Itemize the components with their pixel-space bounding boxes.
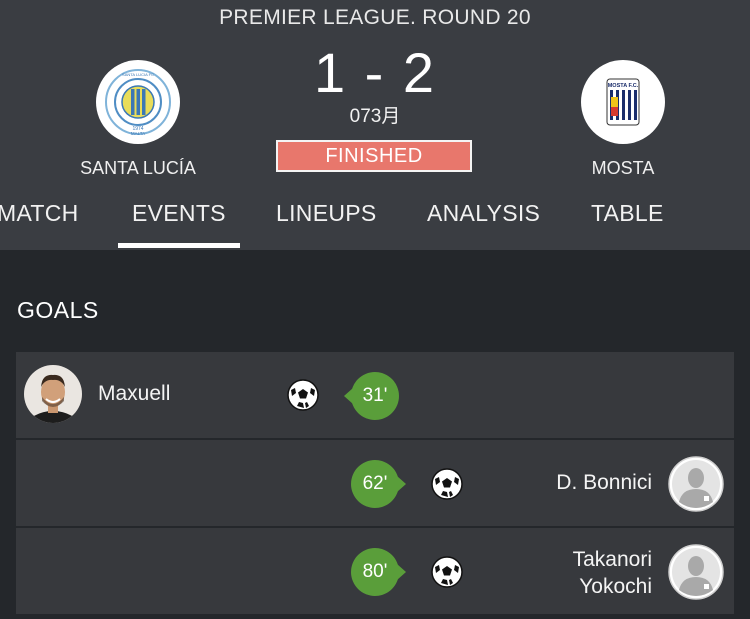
player-silhouette-icon (668, 544, 724, 600)
match-status-badge: FINISHED (276, 140, 472, 172)
goal-scorer-name[interactable]: Takanori Yokochi (573, 546, 652, 600)
soccer-ball-icon (431, 468, 463, 500)
competition-title: PREMIER LEAGUE. ROUND 20 (219, 6, 531, 29)
goal-scorer-name[interactable]: D. Bonnici (556, 471, 652, 495)
home-team-logo[interactable]: SANTA LUCIA FC 1974 MALTA (96, 60, 180, 144)
goal-minute-badge: 80' (351, 548, 406, 596)
soccer-ball-icon (287, 379, 319, 411)
away-team-logo[interactable]: MOSTA F.C. (581, 60, 665, 144)
goal-scorer-first-name: Takanori (572, 548, 652, 571)
tab-table[interactable]: TABLE (591, 200, 664, 227)
home-crest-bottom-text: MALTA (131, 131, 145, 136)
goal-event-row[interactable]: 62' D. Bonnici (16, 440, 734, 526)
match-header: PREMIER LEAGUE. ROUND 20 SANTA LUCIA FC … (0, 0, 750, 250)
away-team-name[interactable]: MOSTA (543, 158, 703, 179)
soccer-ball-icon (431, 556, 463, 588)
goal-scorer-last-name: Yokochi (579, 575, 652, 598)
home-crest-top-text: SANTA LUCIA FC (122, 72, 154, 77)
player-photo-avatar (24, 365, 82, 423)
tab-events[interactable]: EVENTS (132, 200, 226, 227)
goal-minute-badge: 31' (344, 372, 399, 420)
goal-minute-badge: 62' (351, 460, 406, 508)
match-date: 073月 (349, 106, 401, 127)
match-score: 1 - 2 (313, 41, 437, 104)
tab-lineups[interactable]: LINEUPS (276, 200, 377, 227)
home-team-name[interactable]: SANTA LUCÍA (58, 158, 218, 179)
tab-analysis[interactable]: ANALYSIS (427, 200, 540, 227)
goal-scorer-name[interactable]: Maxuell (98, 382, 170, 406)
tab-match[interactable]: MATCH (0, 200, 79, 227)
away-crest-text: MOSTA F.C. (608, 83, 639, 89)
goals-section-title: GOALS (17, 297, 99, 323)
mosta-crest-icon: MOSTA F.C. (606, 78, 640, 126)
goal-event-row[interactable]: Maxuell 31' (16, 352, 734, 438)
santa-lucia-crest-icon: SANTA LUCIA FC 1974 MALTA (105, 69, 171, 136)
player-silhouette-icon (668, 456, 724, 512)
match-tabs: MATCH EVENTS LINEUPS ANALYSIS TABLE (0, 190, 750, 250)
goal-event-row[interactable]: 80' Takanori Yokochi (16, 528, 734, 614)
active-tab-indicator (118, 243, 240, 248)
